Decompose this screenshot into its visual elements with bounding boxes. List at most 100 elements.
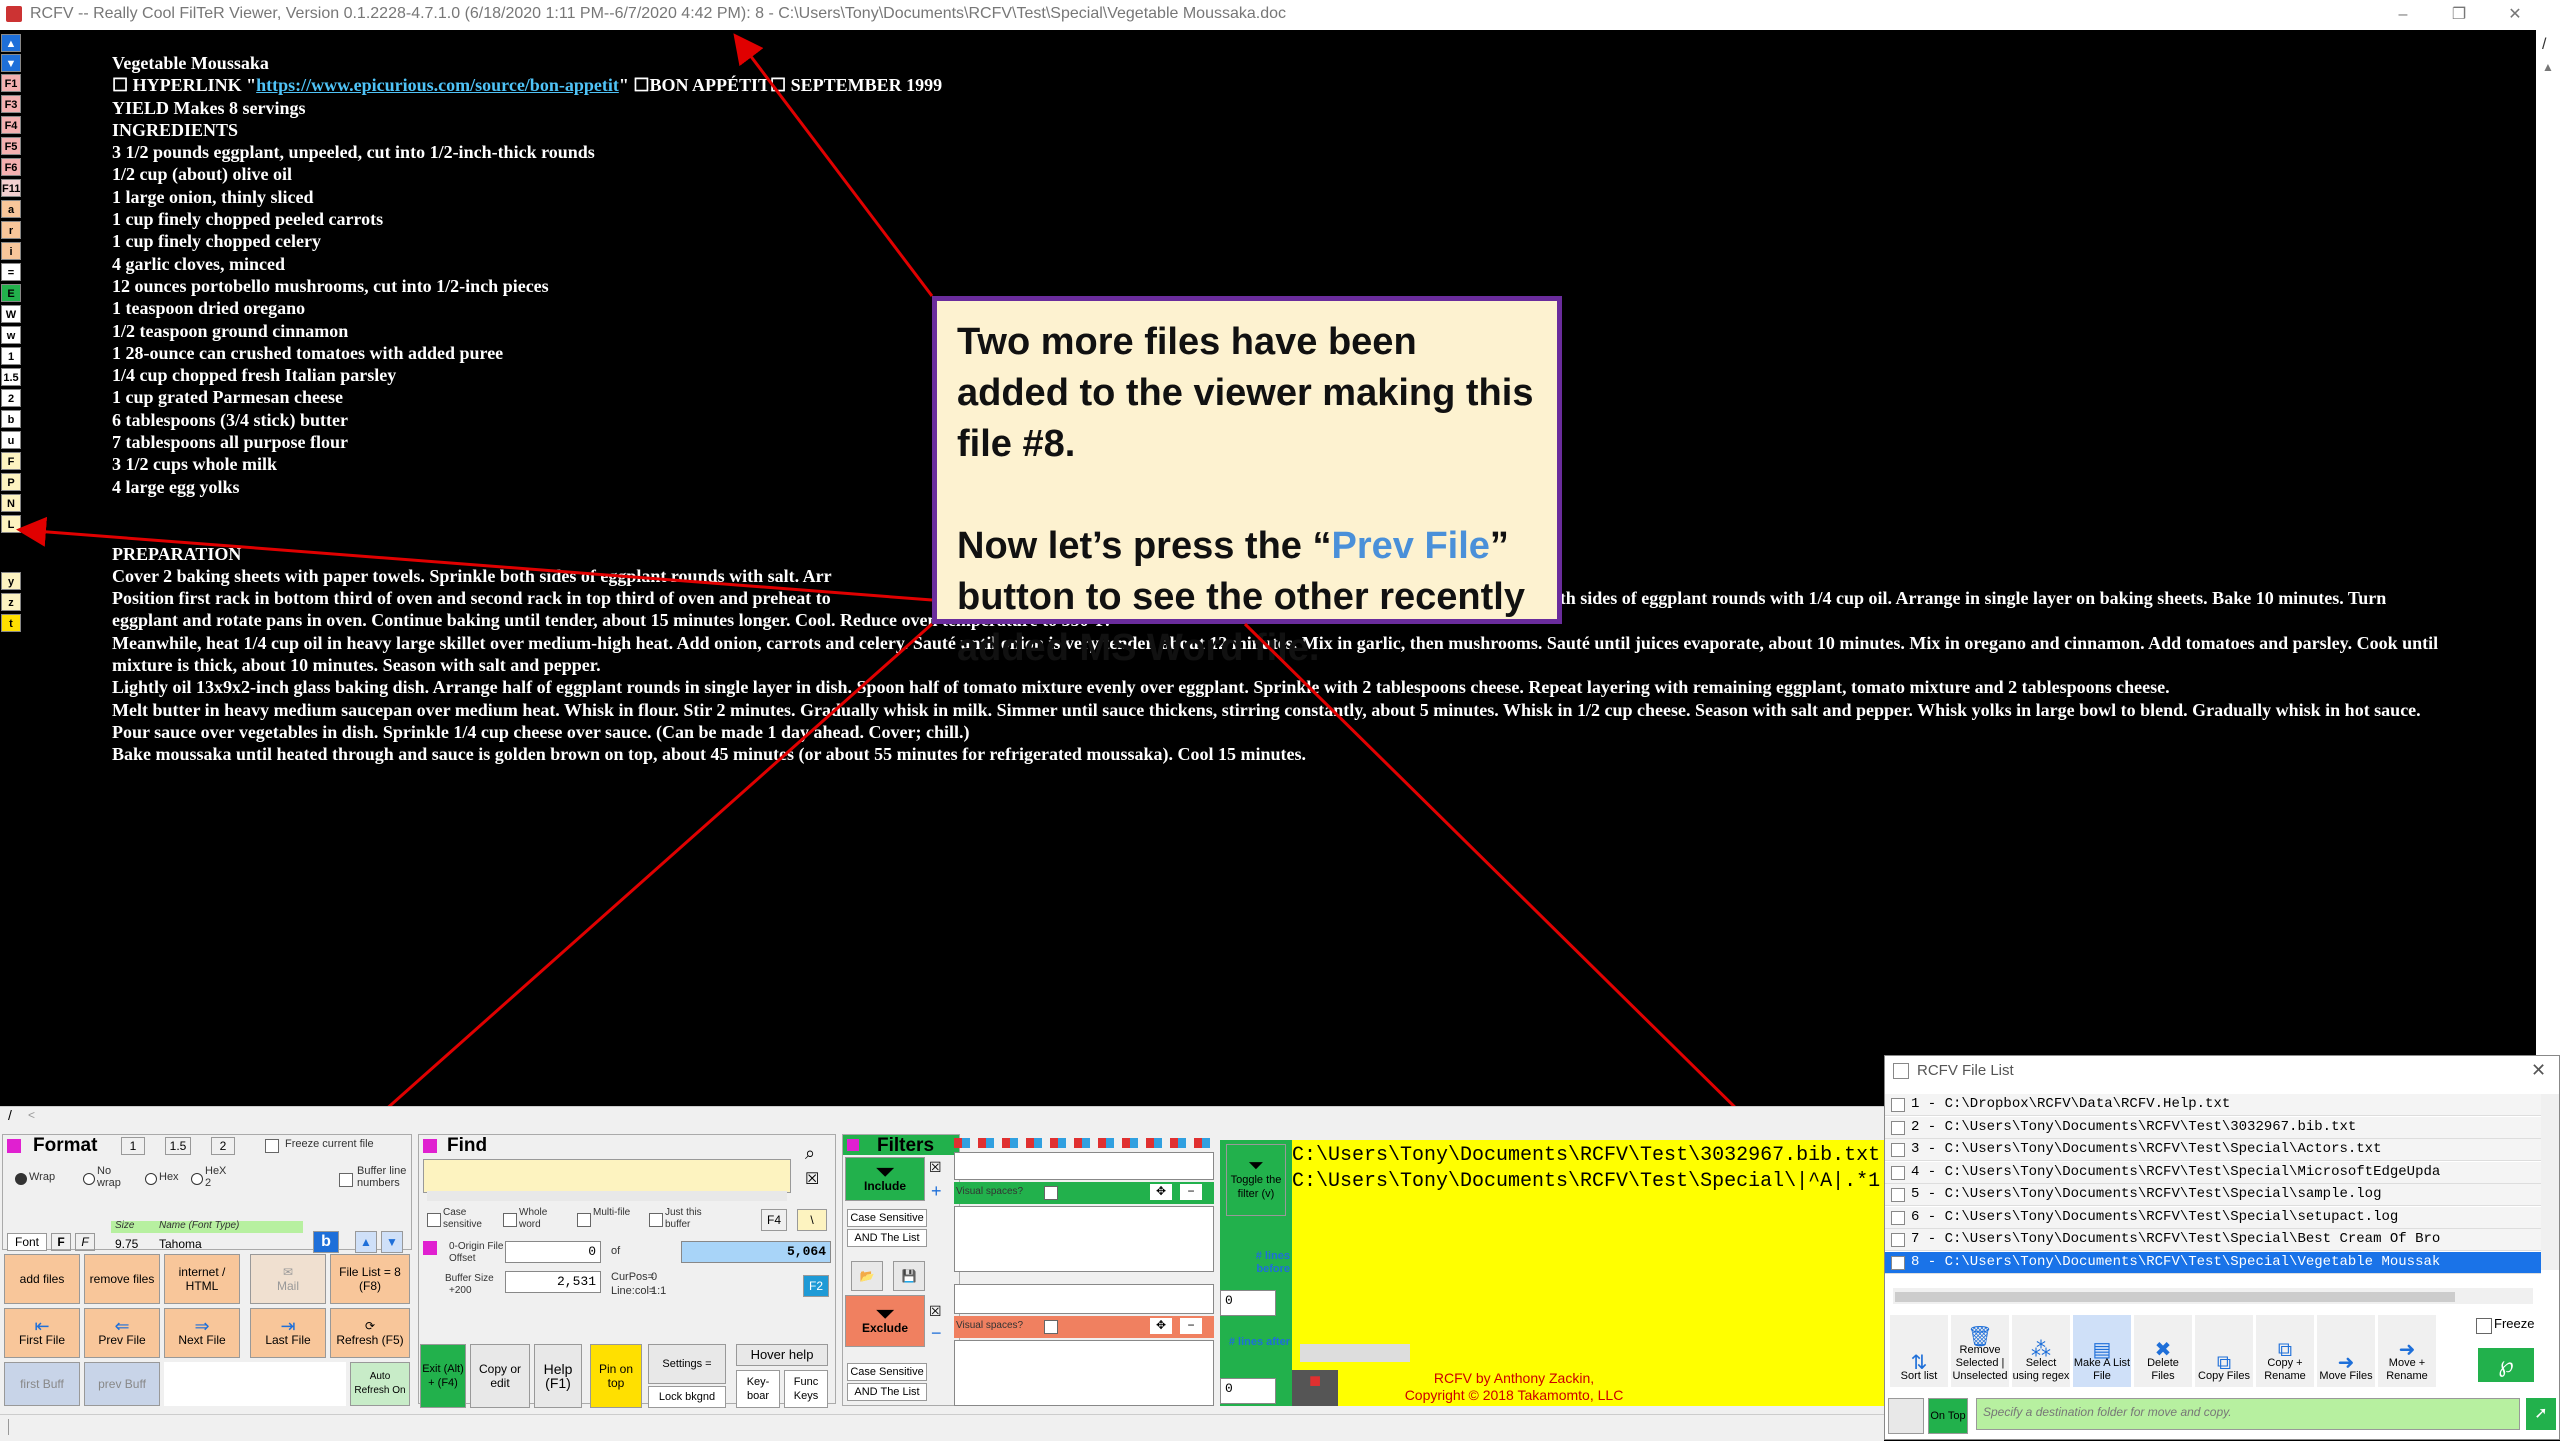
find-scrollbar[interactable] <box>427 1191 787 1201</box>
last-file-button[interactable]: ⇥ Last File <box>250 1308 326 1358</box>
exclude-filter-list[interactable] <box>954 1340 1214 1406</box>
file-list-close-icon[interactable]: ✕ <box>2531 1060 2546 1081</box>
path-line-2[interactable]: C:\Users\Tony\Documents\RCFV\Test\Specia… <box>1292 1170 1882 1193</box>
paths-scrollbar[interactable] <box>1300 1344 1410 1362</box>
exclude-visual-spaces-checkbox[interactable] <box>1044 1320 1058 1334</box>
scroll-left-icon[interactable]: < <box>28 1108 35 1122</box>
auto-refresh-button[interactable]: Auto Refresh On <box>350 1362 410 1406</box>
font-f-button[interactable]: F <box>51 1233 71 1251</box>
file-list-row[interactable]: 2 - C:\Users\Tony\Documents\RCFV\Test\30… <box>1885 1116 2541 1139</box>
shortcut-i-button[interactable]: i <box>1 242 21 260</box>
exclude-move-icon[interactable]: ✥ <box>1150 1318 1172 1334</box>
next-file-button[interactable]: ⇒ Next File <box>164 1308 240 1358</box>
exclude-remove-icon[interactable]: − <box>931 1323 942 1344</box>
f4-button[interactable]: F4 <box>761 1209 787 1231</box>
shortcut-F3-button[interactable]: F3 <box>1 95 21 113</box>
help-button[interactable]: Help (F1) <box>534 1344 582 1408</box>
pin-on-top-button[interactable]: Pin on top <box>590 1344 642 1408</box>
shortcut-a-button[interactable]: a <box>1 200 21 218</box>
file-row-checkbox[interactable] <box>1891 1255 1905 1270</box>
shortcut-r-button[interactable]: r <box>1 221 21 239</box>
exclude-minus-icon[interactable]: − <box>1180 1318 1202 1334</box>
file-list-row[interactable]: 6 - C:\Users\Tony\Documents\RCFV\Test\Sp… <box>1885 1206 2541 1229</box>
copy-files-button[interactable]: ⧉ Copy Files <box>2195 1315 2253 1387</box>
spacing-1-5-button[interactable]: 1.5 <box>165 1137 191 1155</box>
exclude-button[interactable]: ⏷ Exclude <box>845 1295 925 1347</box>
stop-icon[interactable]: ■ <box>1292 1370 1338 1406</box>
file-list-row[interactable]: 8 - C:\Users\Tony\Documents\RCFV\Test\Sp… <box>1885 1251 2541 1274</box>
shortcut-E-button[interactable]: E <box>1 284 21 302</box>
exclude-and-list[interactable]: AND The List <box>847 1383 927 1401</box>
file-row-checkbox[interactable] <box>1891 1098 1905 1112</box>
delete-files-button[interactable]: ✖ Delete Files <box>2134 1315 2192 1387</box>
regex-go-icon[interactable]: ℘ <box>2478 1348 2534 1382</box>
shortcut-u-button[interactable]: u <box>1 431 21 449</box>
file-list-row[interactable]: 4 - C:\Users\Tony\Documents\RCFV\Test\Sp… <box>1885 1161 2541 1184</box>
include-add-icon[interactable]: + <box>931 1181 942 1202</box>
shortcut-F4-button[interactable]: F4 <box>1 116 21 134</box>
font-size-value[interactable]: 9.75 <box>115 1237 138 1251</box>
just-buffer-checkbox[interactable] <box>649 1213 663 1227</box>
include-filter-list[interactable] <box>954 1206 1214 1272</box>
scroll-up-arrow-icon[interactable]: ▲ <box>2542 60 2554 74</box>
shortcut-F-button[interactable]: F <box>1 452 21 470</box>
add-files-button[interactable]: add files <box>4 1254 80 1304</box>
include-button[interactable]: ⏷ Include <box>845 1157 925 1201</box>
shortcut-z-button[interactable]: z <box>1 593 21 611</box>
file-list-hscroll-thumb[interactable] <box>1895 1292 2455 1302</box>
hover-help-button[interactable]: Hover help <box>736 1344 828 1366</box>
spacing-1-button[interactable]: 1 <box>121 1137 145 1155</box>
font-down-icon[interactable]: ▼ <box>381 1231 403 1253</box>
shortcut-L-button[interactable]: L <box>1 515 21 533</box>
func-keys-button[interactable]: Func Keys <box>784 1370 828 1408</box>
font-name-value[interactable]: Tahoma <box>159 1237 202 1251</box>
shortcut-F6-button[interactable]: F6 <box>1 158 21 176</box>
lock-bkgnd-button[interactable]: Lock bkgnd <box>648 1386 726 1408</box>
prev-buff-button[interactable]: prev Buff <box>84 1362 160 1406</box>
shortcut-F11-button[interactable]: F11 <box>1 179 21 197</box>
shortcut-=-button[interactable]: = <box>1 263 21 281</box>
font-button[interactable]: Font <box>7 1233 47 1251</box>
shortcut-F1-button[interactable]: F1 <box>1 74 21 92</box>
horizontal-scrollbar[interactable]: / < <box>0 1106 1884 1128</box>
mail-button[interactable]: ✉ Mail <box>250 1254 326 1304</box>
origin-field[interactable]: 0 <box>505 1241 601 1263</box>
file-list-row[interactable]: 5 - C:\Users\Tony\Documents\RCFV\Test\Sp… <box>1885 1184 2541 1206</box>
right-scrollbar[interactable]: / ▲ <box>2536 30 2560 1110</box>
no-wrap-radio[interactable] <box>83 1173 95 1185</box>
shortcut-2-button[interactable]: 2 <box>1 389 21 407</box>
spacing-2-button[interactable]: 2 <box>211 1137 235 1155</box>
shortcut-1-5-button[interactable]: 1.5 <box>1 368 21 386</box>
buffer-line-numbers-checkbox[interactable] <box>339 1173 353 1187</box>
shortcut-N-button[interactable]: N <box>1 494 21 512</box>
bold-button[interactable]: b <box>313 1231 339 1253</box>
freeze-checkbox[interactable] <box>2476 1318 2492 1334</box>
include-visual-spaces-checkbox[interactable] <box>1044 1186 1058 1200</box>
file-list-row[interactable]: 7 - C:\Users\Tony\Documents\RCFV\Test\Sp… <box>1885 1229 2541 1251</box>
copy-rename-button[interactable]: ⧉ Copy + Rename <box>2256 1315 2314 1387</box>
shortcut-y-button[interactable]: y <box>1 572 21 590</box>
refresh-button[interactable]: ⟳ Refresh (F5) <box>330 1308 410 1358</box>
on-top-button[interactable]: On Top <box>1928 1398 1968 1434</box>
file-row-checkbox[interactable] <box>1891 1210 1905 1225</box>
shortcut-1-button[interactable]: 1 <box>1 347 21 365</box>
lines-after-field[interactable]: 0 <box>1220 1378 1276 1404</box>
file-list-row[interactable]: 3 - C:\Users\Tony\Documents\RCFV\Test\Sp… <box>1885 1139 2541 1161</box>
include-minus-icon[interactable]: − <box>1180 1184 1202 1200</box>
shortcut-W-button[interactable]: W <box>1 305 21 323</box>
doc-hyperlink[interactable]: https://www.epicurious.com/source/bon-ap… <box>256 75 619 95</box>
remove-selected-button[interactable]: 🗑 Remove Selected | Unselected <box>1951 1315 2009 1387</box>
font-f-italic-button[interactable]: F <box>75 1233 95 1251</box>
path-line-1[interactable]: C:\Users\Tony\Documents\RCFV\Test\303296… <box>1292 1144 1882 1167</box>
first-file-button[interactable]: ⇤ First File <box>4 1308 80 1358</box>
freeze-file-checkbox[interactable] <box>265 1139 279 1153</box>
clear-find-icon[interactable]: ☒ <box>805 1169 819 1189</box>
list-view-icon[interactable] <box>1888 1398 1924 1434</box>
binoculars-icon[interactable]: ⌕ <box>805 1143 815 1164</box>
hex2-radio[interactable] <box>191 1173 203 1185</box>
backslash-button[interactable]: \ <box>797 1209 827 1231</box>
file-row-checkbox[interactable] <box>1891 1120 1905 1135</box>
settings-button[interactable]: Settings = <box>648 1344 726 1384</box>
move-rename-button[interactable]: ➜ Move + Rename <box>2378 1315 2436 1387</box>
f2-button[interactable]: F2 <box>803 1275 829 1297</box>
